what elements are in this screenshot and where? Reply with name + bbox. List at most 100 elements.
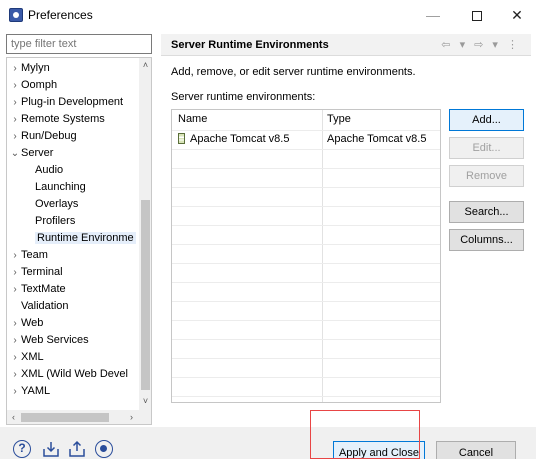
filter-input[interactable] (6, 34, 152, 54)
scroll-thumb[interactable] (141, 200, 150, 390)
tree-item[interactable]: › Web Services (7, 332, 139, 349)
runtime-name-cell: Apache Tomcat v8.5 (178, 133, 289, 145)
table-grid-line (172, 263, 440, 264)
tree-item-label: Audio (35, 164, 64, 176)
tree-item-label: Remote Systems (21, 113, 105, 125)
expand-arrow-icon[interactable]: › (9, 332, 21, 349)
tree-horizontal-scrollbar[interactable]: ‹ › (7, 410, 151, 424)
expand-arrow-icon[interactable]: › (9, 281, 21, 298)
expand-arrow-icon[interactable]: › (9, 383, 21, 400)
apply-and-close-button[interactable]: Apply and Close (333, 441, 425, 459)
expand-arrow-icon[interactable]: › (9, 247, 21, 264)
table-grid-line (172, 396, 440, 397)
cancel-button[interactable]: Cancel (436, 441, 516, 459)
table-grid-line (172, 301, 440, 302)
expand-arrow-icon[interactable]: › (9, 315, 21, 332)
columns-button[interactable]: Columns... (449, 229, 524, 251)
tree-item[interactable]: ⌄ Server (7, 145, 139, 162)
column-header-name[interactable]: Name (178, 113, 207, 125)
column-header-type[interactable]: Type (327, 113, 351, 125)
close-button[interactable]: ✕ (500, 4, 534, 26)
table-grid-line (172, 206, 440, 207)
tree-item-label: Team (21, 249, 48, 261)
app-icon (9, 8, 23, 22)
import-icon[interactable] (42, 440, 60, 458)
table-row[interactable]: Apache Tomcat v8.5 Apache Tomcat v8.5 (172, 130, 440, 149)
expand-arrow-icon[interactable]: › (9, 349, 21, 366)
tree-item[interactable]: › Terminal (7, 264, 139, 281)
runtime-type-cell: Apache Tomcat v8.5 (327, 133, 427, 145)
tree-item[interactable]: › Remote Systems (7, 111, 139, 128)
maximize-button[interactable] (460, 4, 494, 26)
tree-item[interactable]: › Run/Debug (7, 128, 139, 145)
expand-arrow-icon[interactable]: › (9, 111, 21, 128)
tree-item[interactable]: › XML (7, 349, 139, 366)
tree-vertical-scrollbar[interactable]: ˄ ˅ (139, 58, 151, 410)
tree-item[interactable]: Runtime Environme (7, 230, 139, 247)
table-grid-line (172, 377, 440, 378)
tree-item-label: Web Services (21, 334, 89, 346)
tree-item-label: Oomph (21, 79, 58, 91)
export-icon[interactable] (68, 440, 86, 458)
expand-arrow-icon[interactable]: › (9, 77, 21, 94)
tree-list: › Mylyn › Oomph › Plug-in Development › Remote … (7, 60, 139, 400)
navigation-arrows-icon[interactable]: ⇦ ▾ ⇨ ▾ ⋮ (441, 38, 521, 51)
expand-arrow-icon[interactable]: › (9, 366, 21, 383)
expand-arrow-icon[interactable]: › (9, 264, 21, 281)
table-grid-line (172, 149, 440, 150)
horizontal-scroll-thumb[interactable] (21, 413, 109, 422)
tree-item[interactable]: › Team (7, 247, 139, 264)
table-grid-line (172, 282, 440, 283)
help-icon[interactable]: ? (13, 440, 31, 458)
expand-arrow-icon[interactable]: › (9, 128, 21, 145)
tree-item-label: Launching (35, 181, 86, 193)
page-title: Server Runtime Environments (171, 39, 329, 51)
tree-item-label: XML (Wild Web Devel (21, 368, 128, 380)
scroll-down-icon[interactable]: ˅ (139, 394, 151, 408)
page-header: Server Runtime Environments ⇦ ▾ ⇨ ▾ ⋮ (161, 34, 531, 56)
record-icon[interactable] (95, 440, 113, 458)
expand-arrow-icon[interactable]: › (9, 94, 21, 111)
preferences-tree: › Mylyn › Oomph › Plug-in Development › Remote … (6, 57, 152, 425)
tree-item-label: Validation (21, 300, 69, 312)
tree-item[interactable]: › Mylyn (7, 60, 139, 77)
tree-item-label: Profilers (35, 215, 76, 227)
tree-item[interactable]: Overlays (7, 196, 139, 213)
scroll-left-icon[interactable]: ‹ (7, 410, 20, 424)
tree-item[interactable]: Profilers (7, 213, 139, 230)
table-grid-line (172, 339, 440, 340)
column-divider (322, 110, 323, 402)
add-button[interactable]: Add... (449, 109, 524, 131)
tree-item-label: Plug-in Development (21, 96, 124, 108)
expand-arrow-icon[interactable]: › (9, 60, 21, 77)
tree-item[interactable]: › TextMate (7, 281, 139, 298)
tree-item[interactable]: › YAML (7, 383, 139, 400)
scroll-right-icon[interactable]: › (125, 410, 138, 424)
server-icon (178, 133, 185, 144)
tree-item-label: Web (21, 317, 44, 329)
tree-item[interactable]: › Plug-in Development (7, 94, 139, 111)
search-button[interactable]: Search... (449, 201, 524, 223)
minimize-button[interactable]: — (416, 4, 450, 26)
tree-item[interactable]: › Web (7, 315, 139, 332)
page-description: Add, remove, or edit server runtime envi… (171, 66, 416, 78)
window-title: Preferences (28, 8, 93, 22)
tree-item-label: Run/Debug (21, 130, 77, 142)
tree-item[interactable]: Validation (7, 298, 139, 315)
table-grid-line (172, 320, 440, 321)
tree-item[interactable]: Launching (7, 179, 139, 196)
tree-item[interactable]: Audio (7, 162, 139, 179)
tree-item-label: TextMate (21, 283, 66, 295)
collapse-arrow-icon[interactable]: ⌄ (9, 145, 21, 162)
remove-button[interactable]: Remove (449, 165, 524, 187)
tree-item[interactable]: › XML (Wild Web Devel (7, 366, 139, 383)
edit-button[interactable]: Edit... (449, 137, 524, 159)
tree-item-label: XML (21, 351, 44, 363)
table-header: Name Type (172, 110, 440, 130)
maximize-icon (472, 11, 482, 22)
runtime-name: Apache Tomcat v8.5 (190, 133, 290, 145)
tree-item[interactable]: › Oomph (7, 77, 139, 94)
tree-item-label: Terminal (21, 266, 63, 278)
scroll-up-icon[interactable]: ˄ (139, 58, 151, 72)
title-bar: Preferences — ✕ (0, 0, 536, 30)
